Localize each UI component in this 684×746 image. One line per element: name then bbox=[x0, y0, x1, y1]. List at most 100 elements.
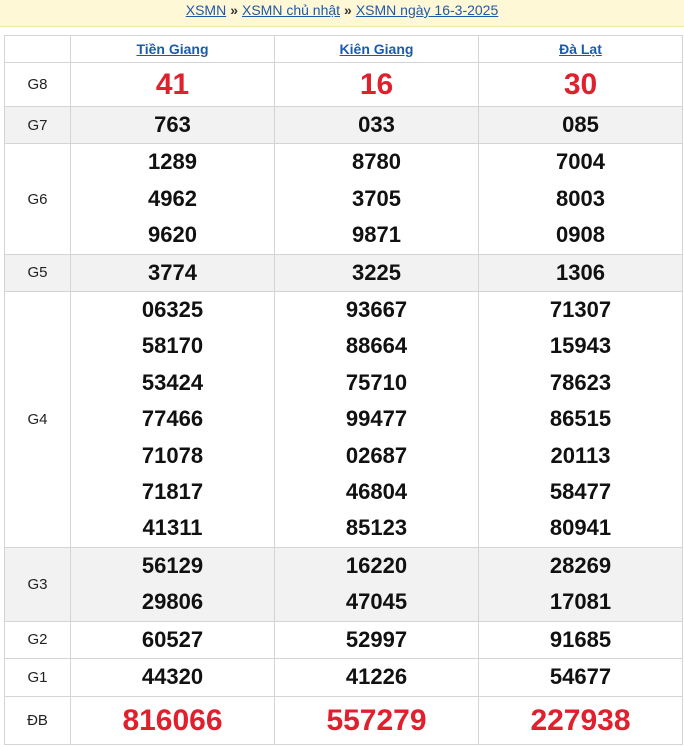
prize-cell: 227938 bbox=[478, 695, 683, 745]
breadcrumb-link-date[interactable]: XSMN ngày 16-3-2025 bbox=[356, 2, 498, 18]
prize-cell: 033 bbox=[274, 105, 479, 145]
prize-cell: 16 bbox=[274, 62, 479, 107]
prize-cell: 41226 bbox=[274, 658, 479, 697]
prize-number: 033 bbox=[358, 112, 395, 137]
prize-cell: 557279 bbox=[274, 695, 479, 745]
prize-cell: 30 bbox=[478, 62, 683, 107]
breadcrumb-separator: » bbox=[230, 2, 238, 18]
prize-cell: 93667 88664 75710 99477 02687 46804 85123 bbox=[274, 291, 479, 548]
prize-row-g4: G4 06325 58170 53424 77466 71078 71817 41311 936… bbox=[4, 291, 683, 548]
prize-label: G8 bbox=[4, 62, 71, 107]
prize-number: 41226 bbox=[345, 664, 408, 690]
prize-number: 0908 bbox=[556, 222, 605, 248]
breadcrumb-link-sunday[interactable]: XSMN chủ nhật bbox=[242, 2, 340, 18]
header-province-2: Kiên Giang bbox=[274, 35, 479, 63]
prize-number: 86515 bbox=[549, 406, 612, 432]
prize-cell: 1289 4962 9620 bbox=[70, 143, 275, 255]
prize-cell: 56129 29806 bbox=[70, 546, 275, 622]
prize-number: 16220 bbox=[345, 552, 408, 578]
prize-label: G1 bbox=[4, 658, 71, 697]
prize-number: 1289 bbox=[148, 149, 197, 175]
prize-number: 85123 bbox=[345, 515, 408, 541]
prize-row-g7: G7 763 033 085 bbox=[4, 105, 683, 145]
prize-number: 91685 bbox=[549, 626, 612, 652]
prize-number: 99477 bbox=[345, 406, 408, 432]
prize-label: G2 bbox=[4, 620, 71, 660]
prize-number: 58477 bbox=[549, 479, 612, 505]
prize-number: 41 bbox=[155, 68, 190, 101]
prize-cell: 3225 bbox=[274, 253, 479, 293]
prize-cell: 91685 bbox=[478, 620, 683, 660]
prize-cell: 7004 8003 0908 bbox=[478, 143, 683, 255]
prize-number: 56129 bbox=[141, 552, 204, 578]
header-province-3: Đà Lạt bbox=[478, 35, 683, 63]
province-link-tien-giang[interactable]: Tiền Giang bbox=[136, 41, 208, 57]
prize-cell: 71307 15943 78623 86515 20113 58477 80941 bbox=[478, 291, 683, 548]
prize-number: 06325 bbox=[141, 297, 204, 323]
breadcrumb-separator: » bbox=[344, 2, 352, 18]
prize-number: 557279 bbox=[326, 703, 427, 737]
breadcrumb-link-xsmn[interactable]: XSMN bbox=[186, 2, 226, 18]
prize-number: 02687 bbox=[345, 442, 408, 468]
prize-label: G6 bbox=[4, 143, 71, 255]
breadcrumb: XSMN» XSMN chủ nhật» XSMN ngày 16-3-2025 bbox=[0, 0, 684, 27]
prize-number: 3225 bbox=[352, 259, 401, 285]
prize-number: 20113 bbox=[550, 442, 611, 468]
prize-number: 88664 bbox=[345, 333, 408, 359]
prize-row-g3: G3 56129 29806 16220 47045 28269 17081 bbox=[4, 546, 683, 622]
prize-number: 16 bbox=[359, 68, 394, 101]
prize-number: 41311 bbox=[142, 515, 203, 541]
prize-number: 3705 bbox=[352, 185, 401, 211]
prize-number: 77466 bbox=[141, 406, 204, 432]
prize-number: 75710 bbox=[345, 369, 408, 395]
prize-cell: 60527 bbox=[70, 620, 275, 660]
prize-cell: 54677 bbox=[478, 658, 683, 697]
prize-cell: 28269 17081 bbox=[478, 546, 683, 622]
prize-number: 52997 bbox=[345, 626, 408, 652]
prize-cell: 16220 47045 bbox=[274, 546, 479, 622]
prize-cell: 816066 bbox=[70, 695, 275, 745]
prize-cell: 52997 bbox=[274, 620, 479, 660]
prize-number: 47045 bbox=[345, 589, 408, 615]
prize-number: 4962 bbox=[148, 185, 197, 211]
prize-number: 28269 bbox=[549, 552, 612, 578]
prize-label: G4 bbox=[4, 291, 71, 548]
prize-number: 71307 bbox=[549, 297, 612, 323]
prize-row-g2: G2 60527 52997 91685 bbox=[4, 620, 683, 660]
prize-number: 8003 bbox=[556, 185, 605, 211]
prize-row-g6: G6 1289 4962 9620 8780 3705 9871 7004 8003 0908 bbox=[4, 143, 683, 255]
prize-number: 9620 bbox=[148, 222, 197, 248]
prize-number: 58170 bbox=[141, 333, 204, 359]
prize-cell: 06325 58170 53424 77466 71078 71817 41311 bbox=[70, 291, 275, 548]
province-link-da-lat[interactable]: Đà Lạt bbox=[559, 41, 602, 57]
prize-label: G5 bbox=[4, 253, 71, 293]
prize-number: 54677 bbox=[549, 664, 612, 690]
prize-cell: 1306 bbox=[478, 253, 683, 293]
prize-number: 7004 bbox=[556, 149, 605, 175]
prize-number: 60527 bbox=[141, 626, 204, 652]
header-empty-cell bbox=[4, 35, 71, 63]
prize-number: 71817 bbox=[141, 479, 204, 505]
prize-row-g1: G1 44320 41226 54677 bbox=[4, 658, 683, 697]
prize-label: G7 bbox=[4, 105, 71, 145]
prize-number: 53424 bbox=[141, 369, 204, 395]
header-province-1: Tiền Giang bbox=[70, 35, 275, 63]
header-row: Tiền Giang Kiên Giang Đà Lạt bbox=[4, 35, 683, 63]
province-link-kien-giang[interactable]: Kiên Giang bbox=[340, 41, 414, 57]
prize-number: 71078 bbox=[141, 442, 204, 468]
prize-cell: 8780 3705 9871 bbox=[274, 143, 479, 255]
prize-number: 1306 bbox=[556, 259, 605, 285]
prize-number: 085 bbox=[562, 112, 599, 137]
prize-number: 17081 bbox=[549, 589, 612, 615]
prize-cell: 085 bbox=[478, 105, 683, 145]
prize-number: 78623 bbox=[549, 369, 612, 395]
prize-label: G3 bbox=[4, 546, 71, 622]
prize-label: ĐB bbox=[4, 695, 71, 745]
prize-number: 15943 bbox=[549, 333, 612, 359]
prize-cell: 763 bbox=[70, 105, 275, 145]
prize-number: 8780 bbox=[352, 149, 401, 175]
prize-number: 227938 bbox=[530, 703, 631, 737]
prize-number: 763 bbox=[154, 112, 191, 137]
prize-number: 30 bbox=[563, 68, 598, 101]
prize-cell: 3774 bbox=[70, 253, 275, 293]
